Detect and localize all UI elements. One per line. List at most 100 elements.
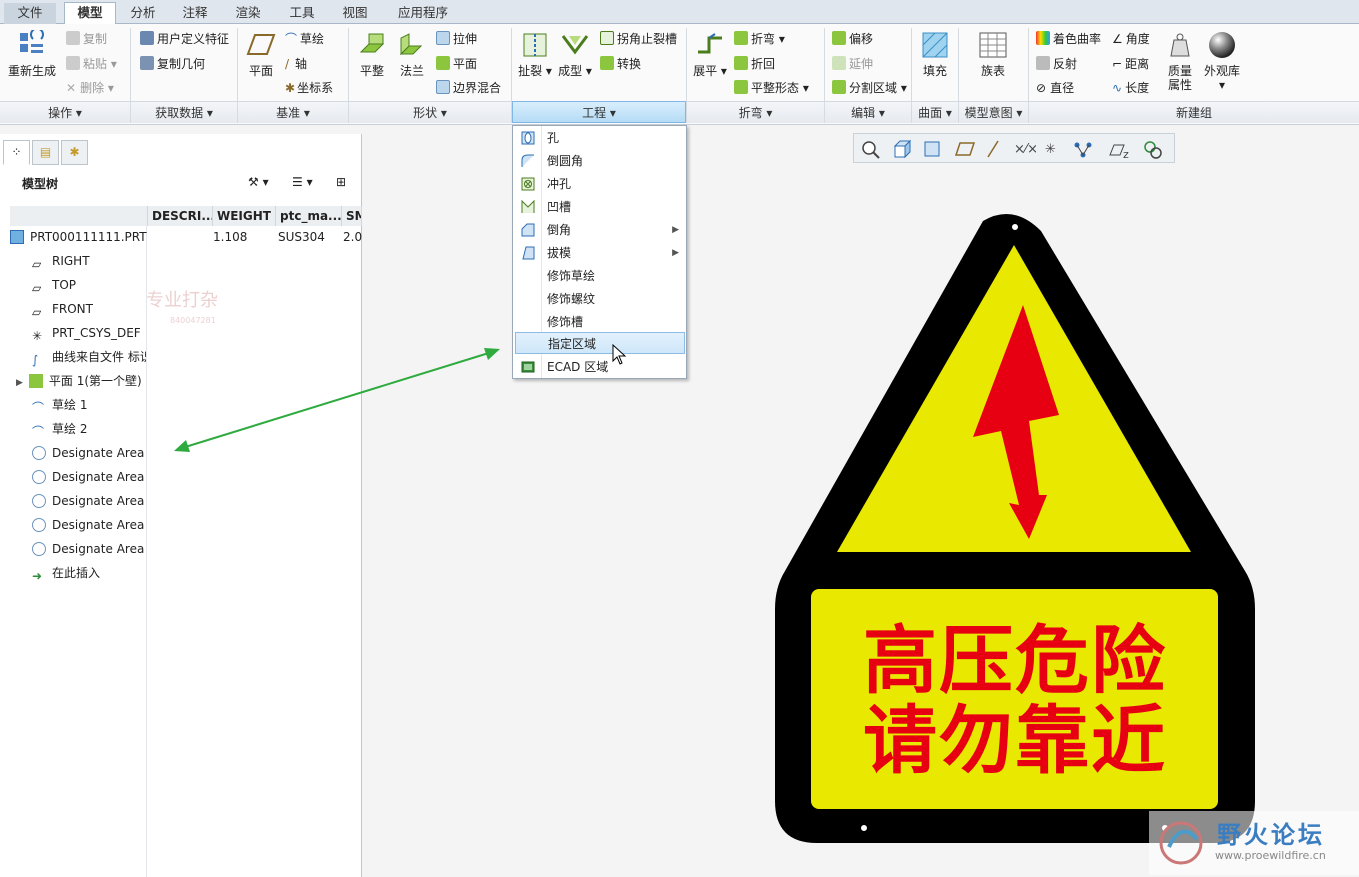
flat-state-button[interactable]: 平整形态 ▾ (734, 80, 809, 96)
extend-button[interactable]: 延伸 (832, 56, 873, 72)
tree-item-curve-from-file[interactable]: ∫ 曲线来自文件 标识 (32, 346, 146, 368)
group-get-data[interactable]: 获取数据 ▾ (131, 101, 237, 123)
length-button[interactable]: ∿ 长度 (1112, 80, 1149, 96)
menu-item-notch[interactable]: 凹槽 (515, 196, 685, 218)
menu-item-draft[interactable]: 拔模 ▶ (515, 242, 685, 264)
tab-favorites[interactable]: ✱ (61, 140, 88, 165)
appearance-display-button[interactable] (1140, 137, 1166, 161)
regenerate-button[interactable]: 重新生成 (6, 30, 58, 78)
shaded-curvature-button[interactable]: 着色曲率 (1036, 31, 1101, 47)
appearance-gallery-button[interactable]: 外观库 ▾ (1200, 30, 1244, 92)
tab-render[interactable]: 渲染 (222, 3, 274, 24)
rip-button[interactable]: 扯裂 ▾ (516, 30, 554, 78)
tree-item-csys[interactable]: ✳ PRT_CSYS_DEF (32, 322, 141, 344)
menu-item-round[interactable]: 倒圆角 (515, 150, 685, 172)
udf-button[interactable]: 用户定义特征 (140, 31, 229, 47)
tab-annotate[interactable]: 注释 (170, 3, 220, 24)
group-shapes[interactable]: 形状 ▾ (349, 101, 511, 123)
datum-plane-display-button[interactable] (952, 137, 978, 161)
plane-button[interactable]: 平面 (242, 30, 280, 78)
axis-button[interactable]: / 轴 (285, 56, 307, 72)
diameter-button[interactable]: ⊘ 直径 (1036, 80, 1074, 96)
saved-views-button[interactable] (890, 137, 916, 161)
angle-button[interactable]: ∠ 角度 (1112, 31, 1150, 47)
tree-item-sketch-2[interactable]: ⌒ 草绘 2 (32, 418, 87, 440)
tab-file[interactable]: 文件 (4, 3, 56, 24)
group-new-group[interactable]: 新建组 (1029, 101, 1359, 123)
column-description[interactable]: DESCRI... (148, 206, 213, 226)
flat-wall-button[interactable]: 平整 (354, 30, 390, 78)
offset-button[interactable]: 偏移 (832, 31, 873, 47)
tree-filter-button[interactable]: ⊞ (336, 174, 346, 190)
group-operations[interactable]: 操作 ▾ (0, 101, 130, 123)
point-display-button[interactable]: ×⁄× (1010, 137, 1038, 161)
form-button[interactable]: 成型 ▾ (556, 30, 594, 78)
tree-item-sketch-1[interactable]: ⌒ 草绘 1 (32, 394, 87, 416)
tree-item-designate-area[interactable]: Designate Area (32, 514, 144, 536)
tree-item-right[interactable]: ▱ RIGHT (32, 250, 90, 272)
tab-model[interactable]: 模型 (64, 2, 116, 25)
boundary-blend-button[interactable]: 边界混合 (436, 80, 501, 96)
tab-model-tree[interactable]: ⁘ (3, 140, 30, 165)
copy-geometry-button[interactable]: 复制几何 (140, 56, 205, 72)
bend-back-button[interactable]: 折回 (734, 56, 775, 72)
tab-view[interactable]: 视图 (330, 3, 380, 24)
group-surfaces[interactable]: 曲面 ▾ (912, 101, 958, 123)
menu-item-cosmetic-groove[interactable]: 修饰槽 (515, 311, 685, 333)
convert-button[interactable]: 转换 (600, 56, 641, 72)
column-material[interactable]: ptc_ma... (276, 206, 342, 226)
tree-item-designate-area[interactable]: Designate Area (32, 538, 144, 560)
zoom-to-fit-button[interactable] (858, 137, 884, 161)
display-style-button[interactable] (920, 137, 946, 161)
column-name[interactable] (10, 206, 148, 226)
menu-item-punch[interactable]: 冲孔 (515, 173, 685, 195)
menu-item-chamfer[interactable]: 倒角 ▶ (515, 219, 685, 241)
paste-button[interactable]: 粘贴 ▾ (66, 56, 117, 72)
tree-settings-button[interactable]: ⚒ ▾ (248, 174, 269, 190)
mass-properties-button[interactable]: 质量属性 (1162, 30, 1198, 92)
group-engineering[interactable]: 工程 ▾ (512, 101, 686, 123)
flange-button[interactable]: 法兰 (394, 30, 430, 78)
menu-item-cosmetic-thread[interactable]: 修饰螺纹 (515, 288, 685, 310)
bend-button[interactable]: 折弯 ▾ (734, 31, 785, 47)
copy-button[interactable]: 复制 (66, 31, 107, 47)
planar-button[interactable]: 平面 (436, 56, 477, 72)
reflection-button[interactable]: 反射 (1036, 56, 1077, 72)
tab-folder-browser[interactable]: ▤ (32, 140, 59, 165)
column-weight[interactable]: WEIGHT (213, 206, 276, 226)
sketch-button[interactable]: ⌒ 草绘 (285, 31, 324, 47)
tree-root-part[interactable]: PRT000111111.PRT (10, 226, 147, 248)
fill-button[interactable]: 填充 (915, 30, 955, 78)
split-area-button[interactable]: 分割区域 ▾ (832, 80, 907, 96)
tree-item-designate-area[interactable]: Designate Area (32, 466, 144, 488)
group-datum[interactable]: 基准 ▾ (238, 101, 348, 123)
tree-item-designate-area[interactable]: Designate Area (32, 442, 144, 464)
group-editing[interactable]: 编辑 ▾ (825, 101, 911, 123)
spin-center-button[interactable]: z (1108, 137, 1134, 161)
unbend-button[interactable]: 展平 ▾ (692, 30, 728, 78)
tree-columns-button[interactable]: ☰ ▾ (292, 174, 313, 190)
corner-relief-button[interactable]: 拐角止裂槽 (600, 31, 677, 47)
tree-item-insert-here[interactable]: ➜ 在此插入 (32, 562, 100, 584)
tree-item-first-wall[interactable]: ▶ 平面 1(第一个壁) (16, 370, 142, 392)
extrude-button[interactable]: 拉伸 (436, 31, 477, 47)
tree-item-top[interactable]: ▱ TOP (32, 274, 76, 296)
menu-item-hole[interactable]: 孔 (515, 127, 685, 149)
csys-display-button[interactable]: ✳ (1040, 137, 1066, 161)
tab-tools[interactable]: 工具 (276, 3, 328, 24)
group-model-intent[interactable]: 模型意图 ▾ (959, 101, 1028, 123)
menu-item-cosmetic-sketch[interactable]: 修饰草绘 (515, 265, 685, 287)
csys-button[interactable]: ✱ 坐标系 (285, 80, 333, 96)
column-sm[interactable]: SM (342, 206, 362, 226)
tab-analysis[interactable]: 分析 (118, 3, 168, 24)
axis-display-button[interactable] (980, 137, 1006, 161)
menu-item-ecad-area[interactable]: ECAD 区域 (515, 356, 685, 378)
menu-item-designate-area[interactable]: 指定区域 (515, 332, 685, 354)
tree-item-designate-area[interactable]: Designate Area (32, 490, 144, 512)
group-bends[interactable]: 折弯 ▾ (687, 101, 824, 123)
annotation-display-button[interactable] (1070, 137, 1096, 161)
distance-button[interactable]: ⌐ 距离 (1112, 56, 1149, 72)
tree-item-front[interactable]: ▱ FRONT (32, 298, 93, 320)
delete-button[interactable]: ✕ 删除 ▾ (66, 80, 114, 96)
family-table-button[interactable]: 族表 (968, 30, 1018, 78)
